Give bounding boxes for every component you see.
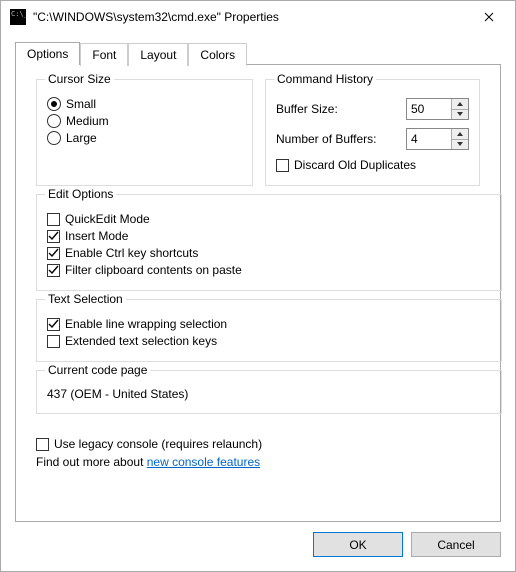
label-num-buffers: Number of Buffers:	[276, 132, 406, 146]
chevron-up-icon	[457, 102, 463, 106]
value-num-buffers: 4	[407, 129, 451, 149]
properties-window: "C:\WINDOWS\system32\cmd.exe" Properties…	[0, 0, 516, 572]
input-num-buffers[interactable]: 4	[406, 128, 469, 150]
label-insert-mode: Insert Mode	[65, 229, 128, 243]
chevron-down-icon	[457, 112, 463, 116]
tab-strip: Options Font Layout Colors	[15, 41, 501, 64]
group-label-codepage: Current code page	[45, 363, 150, 377]
cancel-button[interactable]: Cancel	[411, 532, 501, 557]
group-command-history: Command History Buffer Size: 50 Number	[265, 79, 480, 186]
buffer-size-up[interactable]	[452, 99, 468, 109]
label-cursor-large: Large	[66, 131, 97, 145]
checkbox-ctrl-keys[interactable]	[47, 247, 60, 260]
tab-colors[interactable]: Colors	[188, 43, 247, 66]
radio-cursor-medium[interactable]	[47, 114, 61, 128]
group-label-history: Command History	[274, 72, 376, 86]
checkbox-insert-mode[interactable]	[47, 230, 60, 243]
tab-panel-options: Cursor Size Small Medium Large	[15, 64, 501, 522]
num-buffers-up[interactable]	[452, 129, 468, 139]
label-cursor-medium: Medium	[66, 114, 109, 128]
group-cursor-size: Cursor Size Small Medium Large	[36, 79, 253, 186]
window-title: "C:\WINDOWS\system32\cmd.exe" Properties	[33, 10, 467, 24]
checkbox-quickedit[interactable]	[47, 213, 60, 226]
buffer-size-down[interactable]	[452, 109, 468, 120]
label-legacy-console: Use legacy console (requires relaunch)	[54, 437, 262, 451]
checkbox-extended-selection[interactable]	[47, 335, 60, 348]
chevron-up-icon	[457, 132, 463, 136]
label-line-wrapping: Enable line wrapping selection	[65, 317, 227, 331]
tab-layout[interactable]: Layout	[128, 43, 188, 66]
tab-font[interactable]: Font	[80, 43, 128, 66]
cmd-icon	[9, 8, 27, 26]
radio-cursor-large[interactable]	[47, 131, 61, 145]
group-label-textsel: Text Selection	[45, 292, 126, 306]
group-label-cursor: Cursor Size	[45, 72, 114, 86]
group-label-edit: Edit Options	[45, 187, 116, 201]
checkbox-discard-duplicates[interactable]	[276, 159, 289, 172]
link-new-console-features[interactable]: new console features	[147, 455, 260, 469]
findout-text: Find out more about	[36, 455, 147, 469]
close-button[interactable]	[467, 3, 511, 31]
label-ctrl-keys: Enable Ctrl key shortcuts	[65, 246, 198, 260]
checkbox-line-wrapping[interactable]	[47, 318, 60, 331]
dialog-buttons: OK Cancel	[15, 522, 501, 557]
input-buffer-size[interactable]: 50	[406, 98, 469, 120]
close-icon	[484, 12, 494, 22]
num-buffers-down[interactable]	[452, 139, 468, 150]
code-page-value: 437 (OEM - United States)	[47, 385, 491, 403]
label-quickedit: QuickEdit Mode	[65, 212, 150, 226]
checkbox-legacy-console[interactable]	[36, 438, 49, 451]
value-buffer-size: 50	[407, 99, 451, 119]
content-area: Options Font Layout Colors Cursor Size S…	[1, 33, 515, 571]
group-code-page: Current code page 437 (OEM - United Stat…	[36, 370, 502, 414]
label-buffer-size: Buffer Size:	[276, 102, 406, 116]
tab-options[interactable]: Options	[15, 42, 80, 65]
label-discard-duplicates: Discard Old Duplicates	[294, 158, 416, 172]
checkbox-filter-paste[interactable]	[47, 264, 60, 277]
label-filter-paste: Filter clipboard contents on paste	[65, 263, 242, 277]
titlebar: "C:\WINDOWS\system32\cmd.exe" Properties	[1, 1, 515, 33]
radio-cursor-small[interactable]	[47, 97, 61, 111]
group-text-selection: Text Selection Enable line wrapping sele…	[36, 299, 502, 362]
label-extended-selection: Extended text selection keys	[65, 334, 217, 348]
label-cursor-small: Small	[66, 97, 96, 111]
chevron-down-icon	[457, 142, 463, 146]
ok-button[interactable]: OK	[313, 532, 403, 557]
group-edit-options: Edit Options QuickEdit Mode Insert Mode …	[36, 194, 502, 291]
